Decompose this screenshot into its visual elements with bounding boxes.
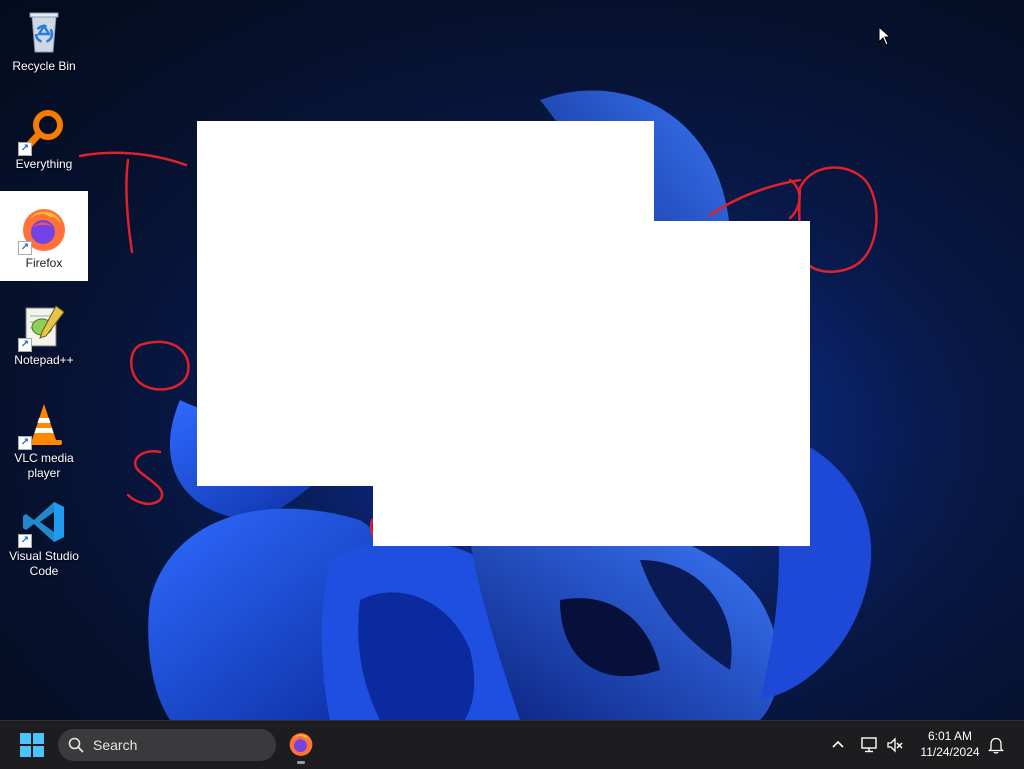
desktop-icon-firefox[interactable]: ↗ Firefox (0, 191, 88, 281)
clock-date: 11/24/2024 (920, 745, 980, 759)
recycle-bin-icon (20, 8, 68, 56)
chevron-up-icon[interactable] (831, 738, 845, 752)
desktop-icon-everything[interactable]: ↗ Everything (0, 100, 88, 190)
start-button[interactable] (20, 733, 44, 757)
desktop-icon-label: Everything (15, 157, 73, 171)
desktop-icon-label: Visual Studio Code (9, 549, 79, 578)
taskbar-firefox-button[interactable] (286, 729, 316, 764)
taskbar: Search 6:01 AM 11/24/2024 (0, 720, 1024, 769)
shortcut-arrow-icon: ↗ (18, 142, 32, 156)
desktop-icon-vlc[interactable]: ↗ VLC media player (0, 394, 88, 484)
shortcut-arrow-icon: ↗ (18, 534, 32, 548)
firefox-icon (289, 733, 313, 756)
desktop-icon-label: Notepad++ (14, 353, 74, 367)
mouse-cursor-icon (878, 26, 892, 46)
taskbar-clock[interactable]: 6:01 AM 11/24/2024 (912, 728, 988, 760)
shortcut-arrow-icon: ↗ (18, 241, 32, 255)
taskbar-search-box[interactable]: Search (58, 729, 276, 761)
blank-panel-bottom (373, 221, 810, 546)
vlc-icon: ↗ (18, 400, 68, 450)
clock-time: 6:01 AM (927, 729, 973, 743)
windows-logo-icon (20, 733, 44, 757)
vscode-icon: ↗ (18, 498, 68, 548)
desktop-icon-label: Firefox (25, 256, 63, 270)
shortcut-arrow-icon: ↗ (18, 436, 32, 450)
search-placeholder: Search (93, 737, 138, 753)
volume-muted-icon[interactable] (886, 736, 904, 754)
firefox-icon: ↗ (18, 205, 68, 255)
notepad-plus-plus-icon: ↗ (18, 302, 68, 352)
network-icon[interactable] (860, 736, 878, 754)
search-icon (68, 737, 84, 753)
desktop-icon-vscode[interactable]: ↗ Visual Studio Code (0, 492, 88, 582)
everything-search-icon: ↗ (18, 106, 68, 156)
running-indicator (297, 761, 305, 764)
notification-bell-icon[interactable] (988, 736, 1004, 754)
shortcut-arrow-icon: ↗ (18, 338, 32, 352)
desktop-icon-notepad-plus-plus[interactable]: ↗ Notepad++ (0, 296, 88, 386)
desktop[interactable]: Recycle Bin ↗ Everything ↗ Firefox ↗ Not… (0, 0, 1024, 720)
desktop-icon-label: Recycle Bin (12, 59, 76, 73)
desktop-icon-recycle-bin[interactable]: Recycle Bin (0, 2, 88, 92)
desktop-icon-label: VLC media player (14, 451, 74, 480)
